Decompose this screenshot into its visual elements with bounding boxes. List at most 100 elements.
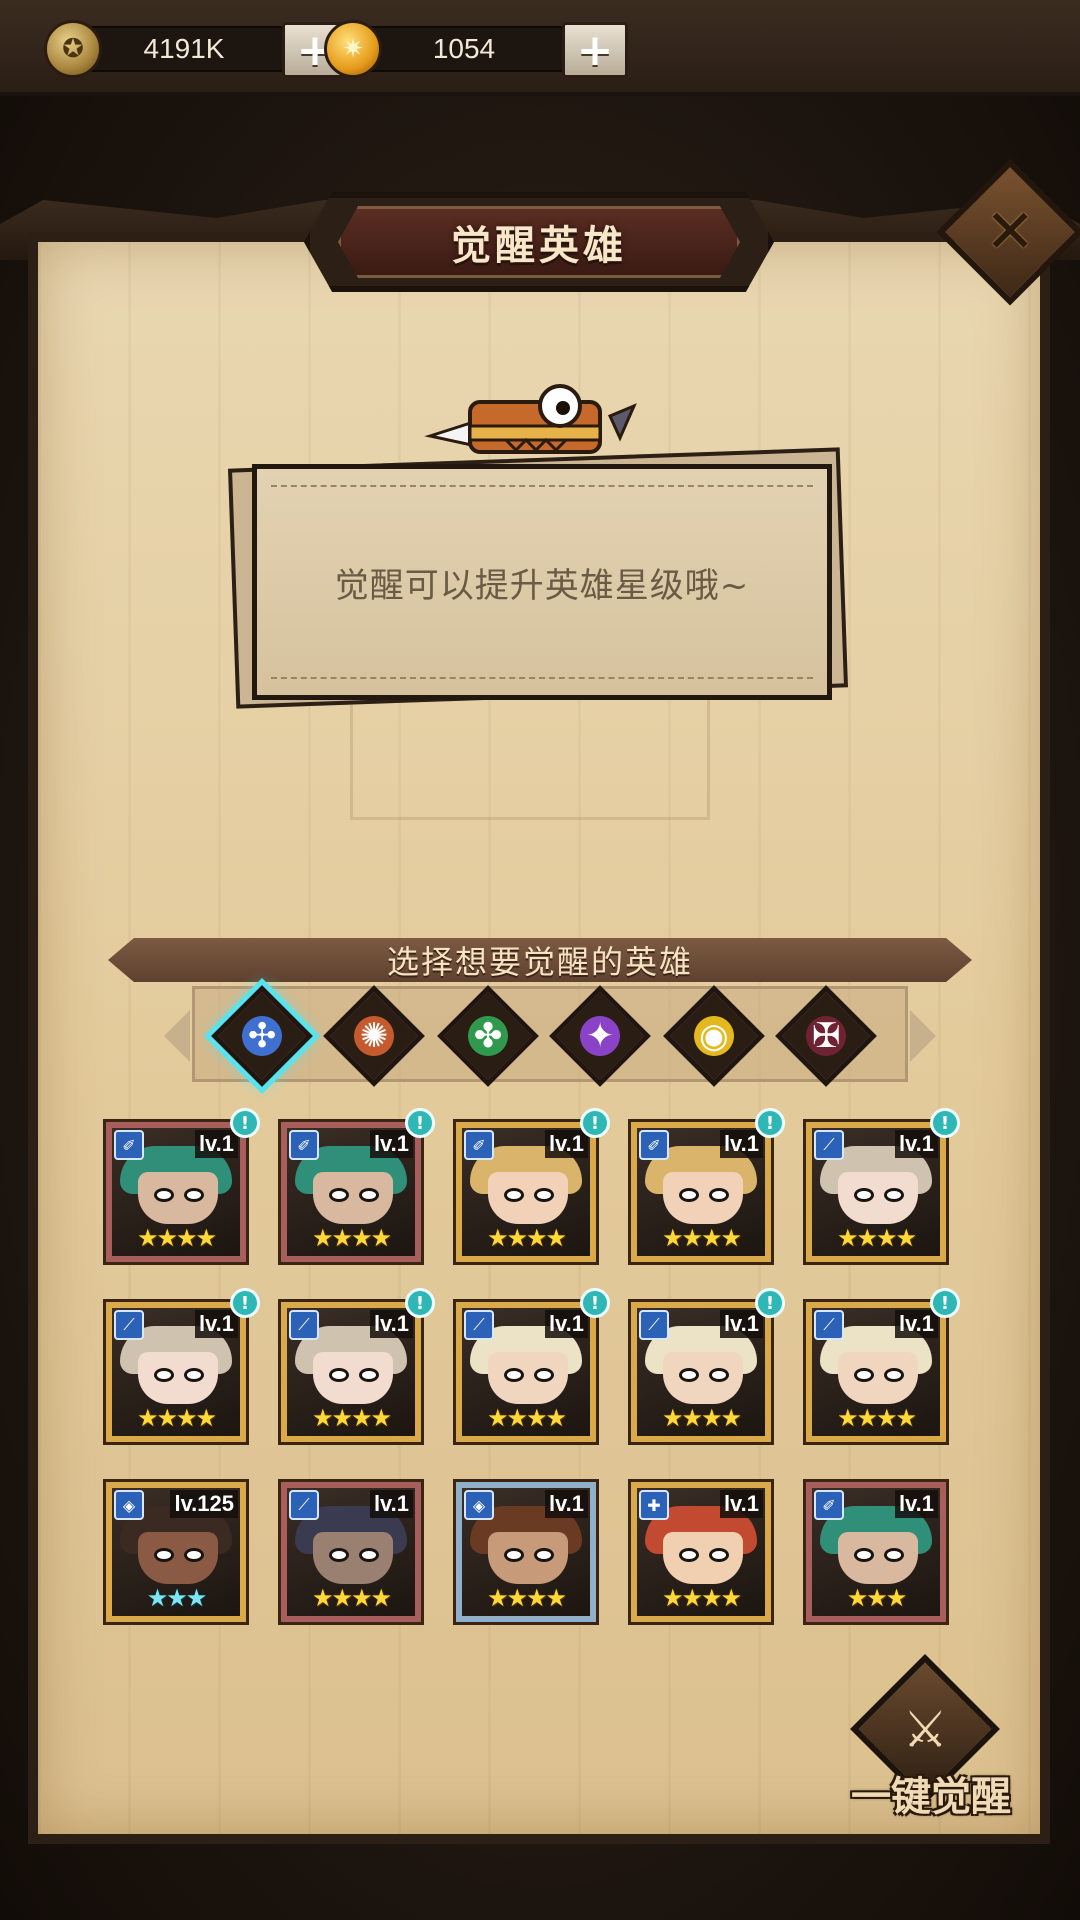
awaken-available-icon: ! — [580, 1288, 610, 1318]
add-gem-button[interactable]: + — [562, 22, 628, 78]
hero-stars: ★★★★ — [836, 1404, 917, 1432]
hero-card[interactable]: ⟋ lv.1 ★★★★! — [631, 1288, 785, 1442]
hero-card[interactable]: ⟋ lv.1 ★★★★! — [456, 1288, 610, 1442]
hero-eye — [154, 1188, 174, 1202]
hero-class-icon: ⟋ — [639, 1310, 669, 1340]
hero-eye — [329, 1548, 349, 1562]
hero-eye — [359, 1368, 379, 1382]
hero-stars: ★★★ — [146, 1584, 208, 1612]
hero-class-icon: ✐ — [114, 1130, 144, 1160]
hero-portrait-face — [138, 1352, 218, 1404]
hero-card[interactable]: ⟋ lv.1 ★★★★! — [281, 1288, 435, 1442]
hero-eye — [534, 1188, 554, 1202]
hero-stars: ★★★★ — [486, 1224, 567, 1252]
awaken-sword-icon: ⚔ — [902, 1699, 948, 1758]
hero-class-icon: ✐ — [464, 1130, 494, 1160]
hero-portrait-face — [313, 1352, 393, 1404]
select-hero-ribbon: 选择想要觉醒的英雄 — [108, 938, 972, 982]
hero-level: lv.1 — [894, 1490, 938, 1518]
hero-stars: ★★★★ — [486, 1584, 567, 1612]
hero-level: lv.1 — [719, 1310, 763, 1338]
one-key-awaken-label[interactable]: 一键觉醒 — [846, 1764, 1016, 1822]
gold-coin-icon: ✪ — [44, 20, 102, 78]
awaken-available-icon: ! — [755, 1108, 785, 1138]
hero-level: lv.1 — [369, 1490, 413, 1518]
hero-eye — [154, 1548, 174, 1562]
hero-eye — [359, 1188, 379, 1202]
awaken-available-icon: ! — [930, 1288, 960, 1318]
hero-eye — [679, 1188, 699, 1202]
hero-level: lv.1 — [194, 1130, 238, 1158]
hero-eye — [534, 1368, 554, 1382]
hero-portrait-face — [838, 1532, 918, 1584]
arcane-element-icon: ✦ — [585, 1016, 615, 1056]
hero-card[interactable]: ◈ lv.125 ★★★ — [106, 1482, 246, 1622]
gold-amount: 4191K — [84, 26, 284, 72]
hero-stars: ★★★★ — [311, 1224, 392, 1252]
hero-level: lv.1 — [544, 1310, 588, 1338]
dark-element-icon: ✠ — [811, 1016, 841, 1056]
gem-amount: 1054 — [364, 26, 564, 72]
hero-card[interactable]: ✐ lv.1 ★★★★! — [631, 1108, 785, 1262]
resource-bar: 4191K ✪ + 1054 ✷ + — [0, 0, 1080, 96]
hero-level: lv.125 — [170, 1490, 238, 1518]
hero-eye — [504, 1188, 524, 1202]
hero-eye — [884, 1548, 904, 1562]
hero-eye — [504, 1548, 524, 1562]
hero-portrait-face — [488, 1172, 568, 1224]
hero-eye — [329, 1368, 349, 1382]
hero-stars: ★★★★ — [136, 1224, 217, 1252]
page-title: 觉醒英雄 — [451, 223, 627, 269]
awaken-available-icon: ! — [230, 1108, 260, 1138]
hero-class-icon: ✐ — [289, 1130, 319, 1160]
hero-portrait-face — [488, 1352, 568, 1404]
select-hero-prompt: 选择想要觉醒的英雄 — [386, 943, 693, 981]
awaken-available-icon: ! — [230, 1288, 260, 1318]
hero-class-icon: ◈ — [114, 1490, 144, 1520]
tabs-right-arrow-icon[interactable] — [910, 1010, 936, 1062]
tip-card: 觉醒可以提升英雄星级哦~ — [252, 464, 832, 700]
hero-eye — [184, 1548, 204, 1562]
fire-element-icon: ✺ — [359, 1016, 389, 1056]
awaken-available-icon: ! — [405, 1108, 435, 1138]
hero-card[interactable]: ✚ lv.1 ★★★★ — [631, 1482, 771, 1622]
hero-class-icon: ◈ — [464, 1490, 494, 1520]
hero-eye — [709, 1368, 729, 1382]
hero-card[interactable]: ⟋ lv.1 ★★★★! — [806, 1288, 960, 1442]
hero-eye — [679, 1368, 699, 1382]
nature-element-icon: ✤ — [473, 1016, 503, 1056]
hero-level: lv.1 — [369, 1130, 413, 1158]
hero-portrait-face — [488, 1532, 568, 1584]
hero-card[interactable]: ✐ lv.1 ★★★ — [806, 1482, 946, 1622]
hero-eye — [534, 1548, 554, 1562]
hero-eye — [504, 1368, 524, 1382]
hero-level: lv.1 — [719, 1490, 763, 1518]
hero-level: lv.1 — [194, 1310, 238, 1338]
hero-class-icon: ⟋ — [814, 1130, 844, 1160]
hero-card[interactable]: ◈ lv.1 ★★★★ — [456, 1482, 596, 1622]
hero-stars: ★★★★ — [311, 1584, 392, 1612]
hero-eye — [854, 1548, 874, 1562]
hero-card[interactable]: ⟋ lv.1 ★★★★! — [806, 1108, 960, 1262]
hero-eye — [184, 1368, 204, 1382]
ice-element-icon: ✣ — [247, 1016, 277, 1056]
hero-eye — [359, 1548, 379, 1562]
tip-text: 觉醒可以提升英雄星级哦~ — [334, 565, 750, 606]
hero-eye — [184, 1188, 204, 1202]
hero-class-icon: ⟋ — [114, 1310, 144, 1340]
awaken-available-icon: ! — [580, 1108, 610, 1138]
hero-card[interactable]: ⟋ lv.1 ★★★★ — [281, 1482, 421, 1622]
chest-mascot-icon — [424, 384, 637, 454]
awaken-available-icon: ! — [755, 1288, 785, 1318]
hero-level: lv.1 — [894, 1130, 938, 1158]
hero-eye — [679, 1548, 699, 1562]
hero-card[interactable]: ✐ lv.1 ★★★★! — [281, 1108, 435, 1262]
hero-eye — [884, 1188, 904, 1202]
hero-card[interactable]: ✐ lv.1 ★★★★! — [456, 1108, 610, 1262]
title-plate: 觉醒英雄 — [338, 206, 740, 278]
hero-card[interactable]: ✐ lv.1 ★★★★! — [106, 1108, 260, 1262]
hero-level: lv.1 — [894, 1310, 938, 1338]
hero-card[interactable]: ⟋ lv.1 ★★★★! — [106, 1288, 260, 1442]
close-icon: ✕ — [984, 197, 1036, 267]
tabs-left-arrow-icon[interactable] — [164, 1010, 190, 1062]
